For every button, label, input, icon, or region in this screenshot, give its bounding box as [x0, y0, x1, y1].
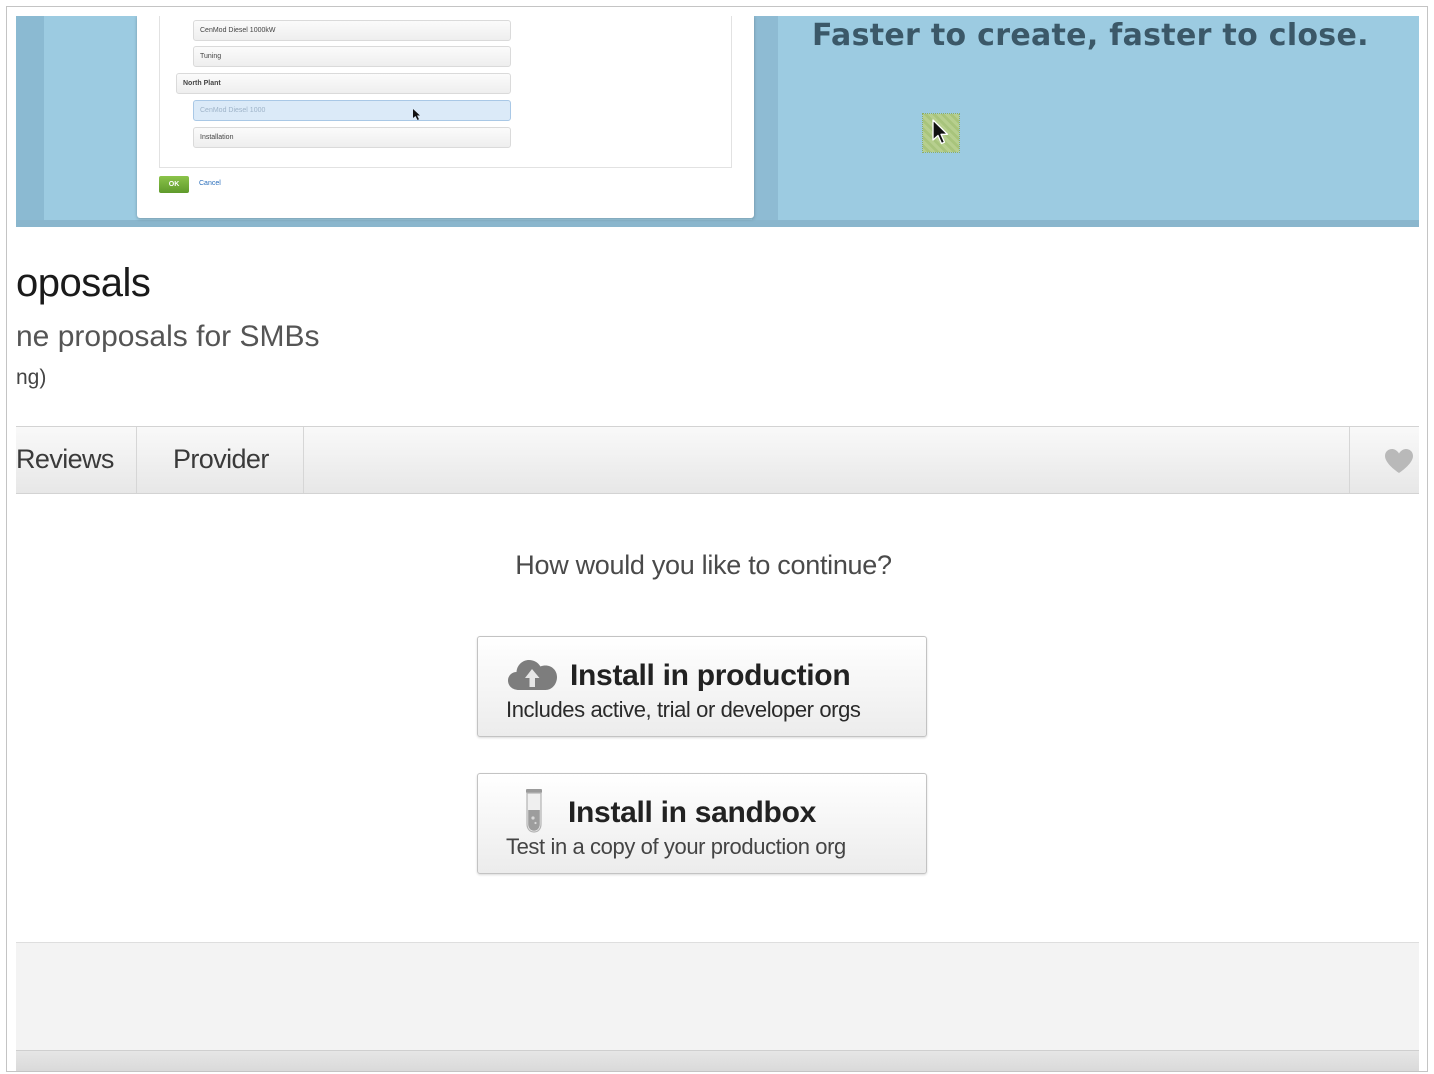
preview-ok-button: OK [159, 176, 189, 193]
preview-cursor-icon [413, 109, 420, 120]
banner-left-edge [16, 16, 44, 227]
continue-question: How would you like to continue? [515, 550, 892, 580]
tab-reviews[interactable]: Reviews [16, 427, 137, 493]
heart-icon [1385, 449, 1413, 473]
screenshot-preview: CenMod Diesel 1000kW Tuning North Plant … [137, 16, 754, 218]
page-content: CenMod Diesel 1000kW Tuning North Plant … [16, 16, 1419, 1071]
app-title: oposals [16, 261, 151, 305]
install-production-title: Install in production [570, 659, 851, 692]
footer-band [16, 942, 1419, 1050]
install-sandbox-title: Install in sandbox [568, 796, 816, 829]
cloud-upload-icon [508, 660, 557, 690]
hero-banner: CenMod Diesel 1000kW Tuning North Plant … [16, 16, 1419, 227]
cursor-highlight [922, 113, 960, 153]
preview-cancel-link: Cancel [199, 180, 221, 187]
install-production-description: Includes active, trial or developer orgs [506, 697, 861, 722]
banner-bottom-stripe [16, 220, 1419, 227]
test-tube-icon [526, 789, 542, 833]
tab-provider[interactable]: Provider [137, 427, 304, 493]
preview-row: Installation [193, 127, 511, 148]
install-production-button[interactable]: Install in production Includes active, t… [477, 636, 927, 737]
install-sandbox-description: Test in a copy of your production org [506, 834, 846, 859]
footer-bar [16, 1050, 1419, 1071]
install-sandbox-button[interactable]: Install in sandbox Test in a copy of you… [477, 773, 927, 874]
preview-row: Tuning [193, 46, 511, 67]
app-subtitle: ne proposals for SMBs [16, 320, 320, 353]
tab-bar: Reviews Provider [16, 426, 1419, 494]
preview-panel: CenMod Diesel 1000kW Tuning North Plant … [159, 16, 732, 168]
browser-frame: CenMod Diesel 1000kW Tuning North Plant … [6, 6, 1428, 1072]
app-rating-meta: ng) [16, 366, 47, 389]
preview-row-selected: CenMod Diesel 1000 [193, 100, 511, 121]
preview-row: North Plant [176, 73, 511, 94]
preview-row: CenMod Diesel 1000kW [193, 20, 511, 41]
banner-divider [752, 16, 778, 227]
banner-tagline: Faster to create, faster to close. [812, 18, 1369, 53]
mouse-cursor-icon [932, 119, 949, 145]
favorite-button[interactable] [1349, 427, 1419, 493]
